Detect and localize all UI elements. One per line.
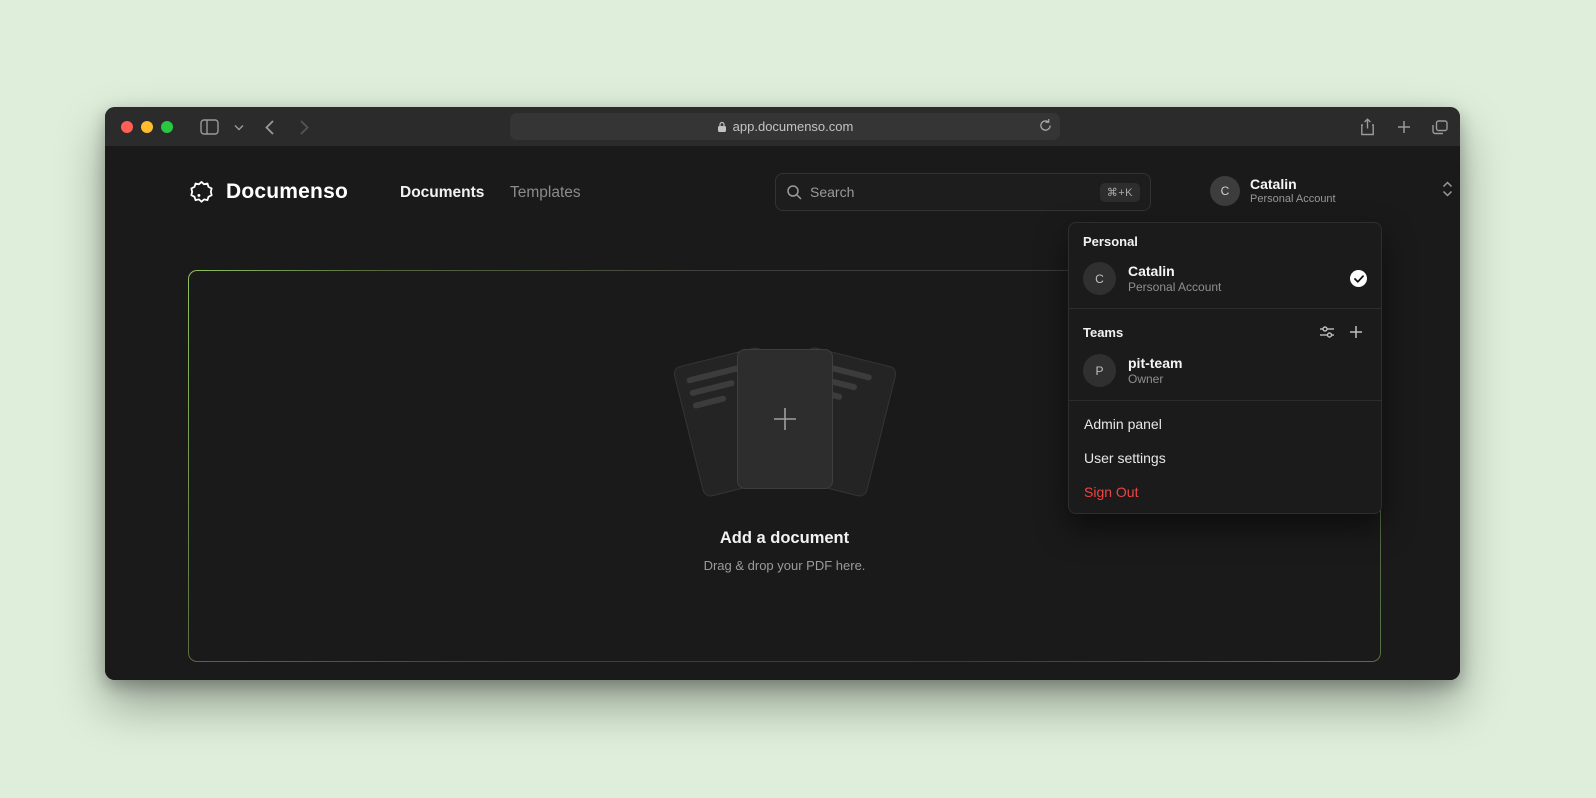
manage-teams-icon[interactable]: [1316, 321, 1338, 343]
chevron-up-down-icon: [1442, 181, 1453, 202]
menu-item-admin-panel[interactable]: Admin panel: [1069, 407, 1381, 441]
account-type: Personal Account: [1250, 192, 1336, 206]
dropzone-title: Add a document: [720, 529, 849, 548]
menu-divider: [1069, 400, 1381, 401]
nav-templates[interactable]: Templates: [510, 182, 581, 204]
browser-toolbar: app.documenso.com: [105, 107, 1460, 146]
stacked-documents-illustration: [665, 343, 905, 501]
back-icon[interactable]: [257, 115, 281, 139]
search-icon: [786, 184, 802, 200]
menu-item-sign-out[interactable]: Sign Out: [1069, 475, 1381, 509]
account-menu-trigger[interactable]: C Catalin Personal Account: [1210, 176, 1453, 206]
reload-icon[interactable]: [1039, 118, 1052, 136]
menu-divider: [1069, 308, 1381, 309]
personal-avatar: C: [1083, 262, 1116, 295]
account-dropdown-menu: Personal C Catalin Personal Account: [1068, 222, 1382, 514]
personal-name: Catalin: [1128, 263, 1221, 280]
browser-window: app.documenso.com: [105, 107, 1460, 680]
forward-icon[interactable]: [292, 115, 316, 139]
address-bar[interactable]: app.documenso.com: [510, 113, 1060, 140]
menu-item-user-settings[interactable]: User settings: [1069, 441, 1381, 475]
team-role: Owner: [1128, 372, 1182, 387]
dropzone-subtitle: Drag & drop your PDF here.: [704, 558, 866, 573]
account-avatar: C: [1210, 176, 1240, 206]
personal-subtitle: Personal Account: [1128, 280, 1221, 295]
add-team-icon[interactable]: [1345, 321, 1367, 343]
new-tab-icon[interactable]: [1392, 115, 1416, 139]
search-placeholder: Search: [810, 184, 1092, 200]
team-name: pit-team: [1128, 355, 1182, 372]
desktop-background: app.documenso.com: [0, 0, 1596, 798]
plus-icon: [770, 404, 800, 434]
menu-section-personal: Personal: [1069, 223, 1381, 255]
personal-account-item[interactable]: C Catalin Personal Account: [1069, 255, 1381, 302]
lock-icon: [717, 121, 727, 133]
close-window-button[interactable]: [121, 121, 133, 133]
app-content: Documenso Documents Templates Search ⌘+K…: [105, 146, 1460, 680]
menu-section-teams: Teams: [1083, 325, 1309, 340]
account-name: Catalin: [1250, 176, 1336, 192]
check-circle-icon: [1350, 270, 1367, 287]
team-item[interactable]: P pit-team Owner: [1069, 347, 1381, 394]
minimize-window-button[interactable]: [141, 121, 153, 133]
zoom-window-button[interactable]: [161, 121, 173, 133]
brand-name: Documenso: [226, 180, 348, 204]
sidebar-chevron-down-icon[interactable]: [227, 115, 251, 139]
documenso-logo-icon: [188, 179, 215, 206]
search-shortcut-badge: ⌘+K: [1100, 183, 1140, 202]
teams-header: Teams: [1069, 315, 1381, 347]
brand[interactable]: Documenso: [188, 177, 348, 207]
share-icon[interactable]: [1355, 115, 1379, 139]
nav-documents[interactable]: Documents: [400, 182, 484, 204]
document-card-center: [737, 349, 833, 489]
address-url: app.documenso.com: [733, 119, 854, 134]
search-input[interactable]: Search ⌘+K: [775, 173, 1151, 211]
team-avatar: P: [1083, 354, 1116, 387]
sidebar-toggle-icon[interactable]: [197, 115, 221, 139]
tab-overview-icon[interactable]: [1428, 115, 1452, 139]
